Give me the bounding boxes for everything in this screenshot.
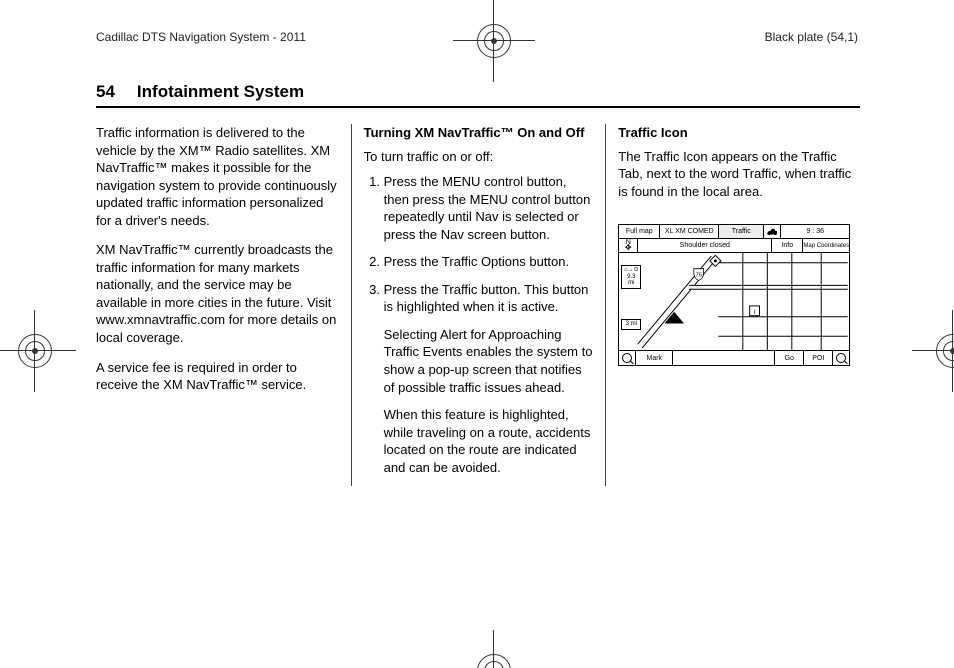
map-roads-icon: 75 i bbox=[619, 253, 849, 351]
column-2: Turning XM NavTraffic™ On and Off To tur… bbox=[351, 124, 606, 486]
map-btn-fullmap: Full map bbox=[619, 225, 660, 238]
svg-text:i: i bbox=[754, 309, 756, 316]
page-number: 54 bbox=[96, 82, 115, 102]
page-heading: 54 Infotainment System bbox=[96, 82, 860, 108]
map-top-row: Full map XL XM COMED Traffic 9 : 36 bbox=[619, 225, 849, 239]
route-shield-label: 75 bbox=[696, 273, 703, 279]
col3-para1: The Traffic Icon appears on the Traffic … bbox=[618, 148, 860, 201]
column-3: Traffic Icon The Traffic Icon appears on… bbox=[605, 124, 860, 486]
map-btn-poi: POI bbox=[804, 351, 833, 365]
map-btn-go: Go bbox=[775, 351, 804, 365]
map-btn-xlxm: XL XM COMED bbox=[660, 225, 719, 238]
col2-intro: To turn traffic on or off: bbox=[364, 148, 594, 166]
page-title: Infotainment System bbox=[137, 82, 304, 102]
col2-step-3-text: Press the Traffic button. This button is… bbox=[384, 282, 589, 315]
map-btn-traffic: Traffic bbox=[719, 225, 764, 238]
map-time: 9 : 36 bbox=[781, 225, 849, 238]
map-btn-mark: Mark bbox=[636, 351, 673, 365]
traffic-map-illustration: Full map XL XM COMED Traffic 9 : 36 N✥ S… bbox=[618, 224, 850, 366]
north-icon: N✥ bbox=[619, 239, 638, 252]
map-btn-map-coordinates: Map Coordinates bbox=[803, 239, 849, 252]
content-frame: 54 Infotainment System Traffic informati… bbox=[96, 82, 860, 486]
manual-page: Cadillac DTS Navigation System - 2011 Bl… bbox=[0, 0, 954, 668]
col1-para2: XM NavTraffic™ currently broadcasts the … bbox=[96, 241, 339, 346]
body-columns: Traffic information is delivered to the … bbox=[96, 124, 860, 486]
col2-step-3: Press the Traffic button. This button is… bbox=[384, 281, 594, 476]
doc-title: Cadillac DTS Navigation System - 2011 bbox=[96, 30, 306, 44]
map-bottom-row: Mark Go POI bbox=[619, 350, 849, 365]
zoom-in-icon bbox=[833, 351, 849, 365]
zoom-out-icon bbox=[619, 351, 636, 365]
plate-label: Black plate (54,1) bbox=[765, 30, 858, 44]
car-icon bbox=[764, 225, 781, 238]
col1-para1: Traffic information is delivered to the … bbox=[96, 124, 339, 229]
print-header: Cadillac DTS Navigation System - 2011 Bl… bbox=[96, 30, 858, 44]
map-btn-info: Info bbox=[772, 239, 803, 252]
col3-heading: Traffic Icon bbox=[618, 124, 860, 142]
col2-steps: Press the MENU control button, then pres… bbox=[364, 173, 594, 476]
map-body: 75 i ⌂→⊙ bbox=[619, 253, 849, 351]
col2-step-2: Press the Traffic Options button. bbox=[384, 253, 594, 271]
col2-after1: Selecting Alert for Approaching Traffic … bbox=[384, 326, 594, 396]
col1-para3: A service fee is required in order to re… bbox=[96, 359, 339, 394]
col2-after2: When this feature is highlighted, while … bbox=[384, 406, 594, 476]
col2-step-1: Press the MENU control button, then pres… bbox=[384, 173, 594, 243]
col2-heading: Turning XM NavTraffic™ On and Off bbox=[364, 124, 594, 142]
map-row-2: N✥ Shoulder closed Info Map Coordinates bbox=[619, 239, 849, 253]
column-1: Traffic information is delivered to the … bbox=[96, 124, 351, 486]
map-status: Shoulder closed bbox=[638, 239, 772, 252]
